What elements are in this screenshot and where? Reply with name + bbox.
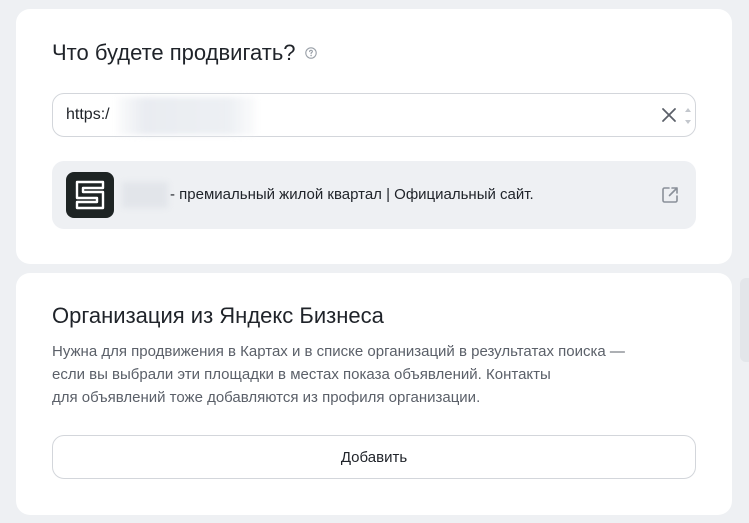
- side-panel-handle[interactable]: [740, 278, 749, 362]
- add-organization-button[interactable]: Добавить: [52, 435, 696, 479]
- url-field[interactable]: [52, 93, 696, 137]
- organization-description-line: если вы выбрали эти площадки в местах по…: [52, 366, 551, 383]
- close-icon[interactable]: [661, 107, 677, 123]
- site-preview: - премиальный жилой квартал | Официальны…: [52, 161, 696, 229]
- promote-card: Что будете продвигать? - премиальный жил…: [16, 9, 732, 264]
- url-input[interactable]: [66, 94, 118, 136]
- organization-description: Нужна для продвижения в Картах и в списк…: [52, 340, 702, 409]
- site-logo-icon: [66, 172, 114, 218]
- url-redacted-text: [117, 97, 257, 135]
- organization-card: Организация из Яндекс Бизнеса Нужна для …: [16, 273, 732, 515]
- external-link-icon[interactable]: [660, 185, 680, 205]
- organization-title: Организация из Яндекс Бизнеса: [52, 303, 384, 328]
- stepper-arrows-icon[interactable]: [683, 104, 693, 128]
- organization-description-line: для объявлений тоже добавляются из профи…: [52, 389, 481, 406]
- promote-title: Что будете продвигать?: [52, 40, 296, 65]
- site-name-redacted: [122, 182, 168, 208]
- promote-title-row: Что будете продвигать?: [52, 39, 317, 67]
- organization-description-line: Нужна для продвижения в Картах и в списк…: [52, 343, 625, 360]
- site-description: - премиальный жилой квартал | Официальны…: [170, 186, 534, 203]
- question-circle-icon[interactable]: [304, 47, 317, 59]
